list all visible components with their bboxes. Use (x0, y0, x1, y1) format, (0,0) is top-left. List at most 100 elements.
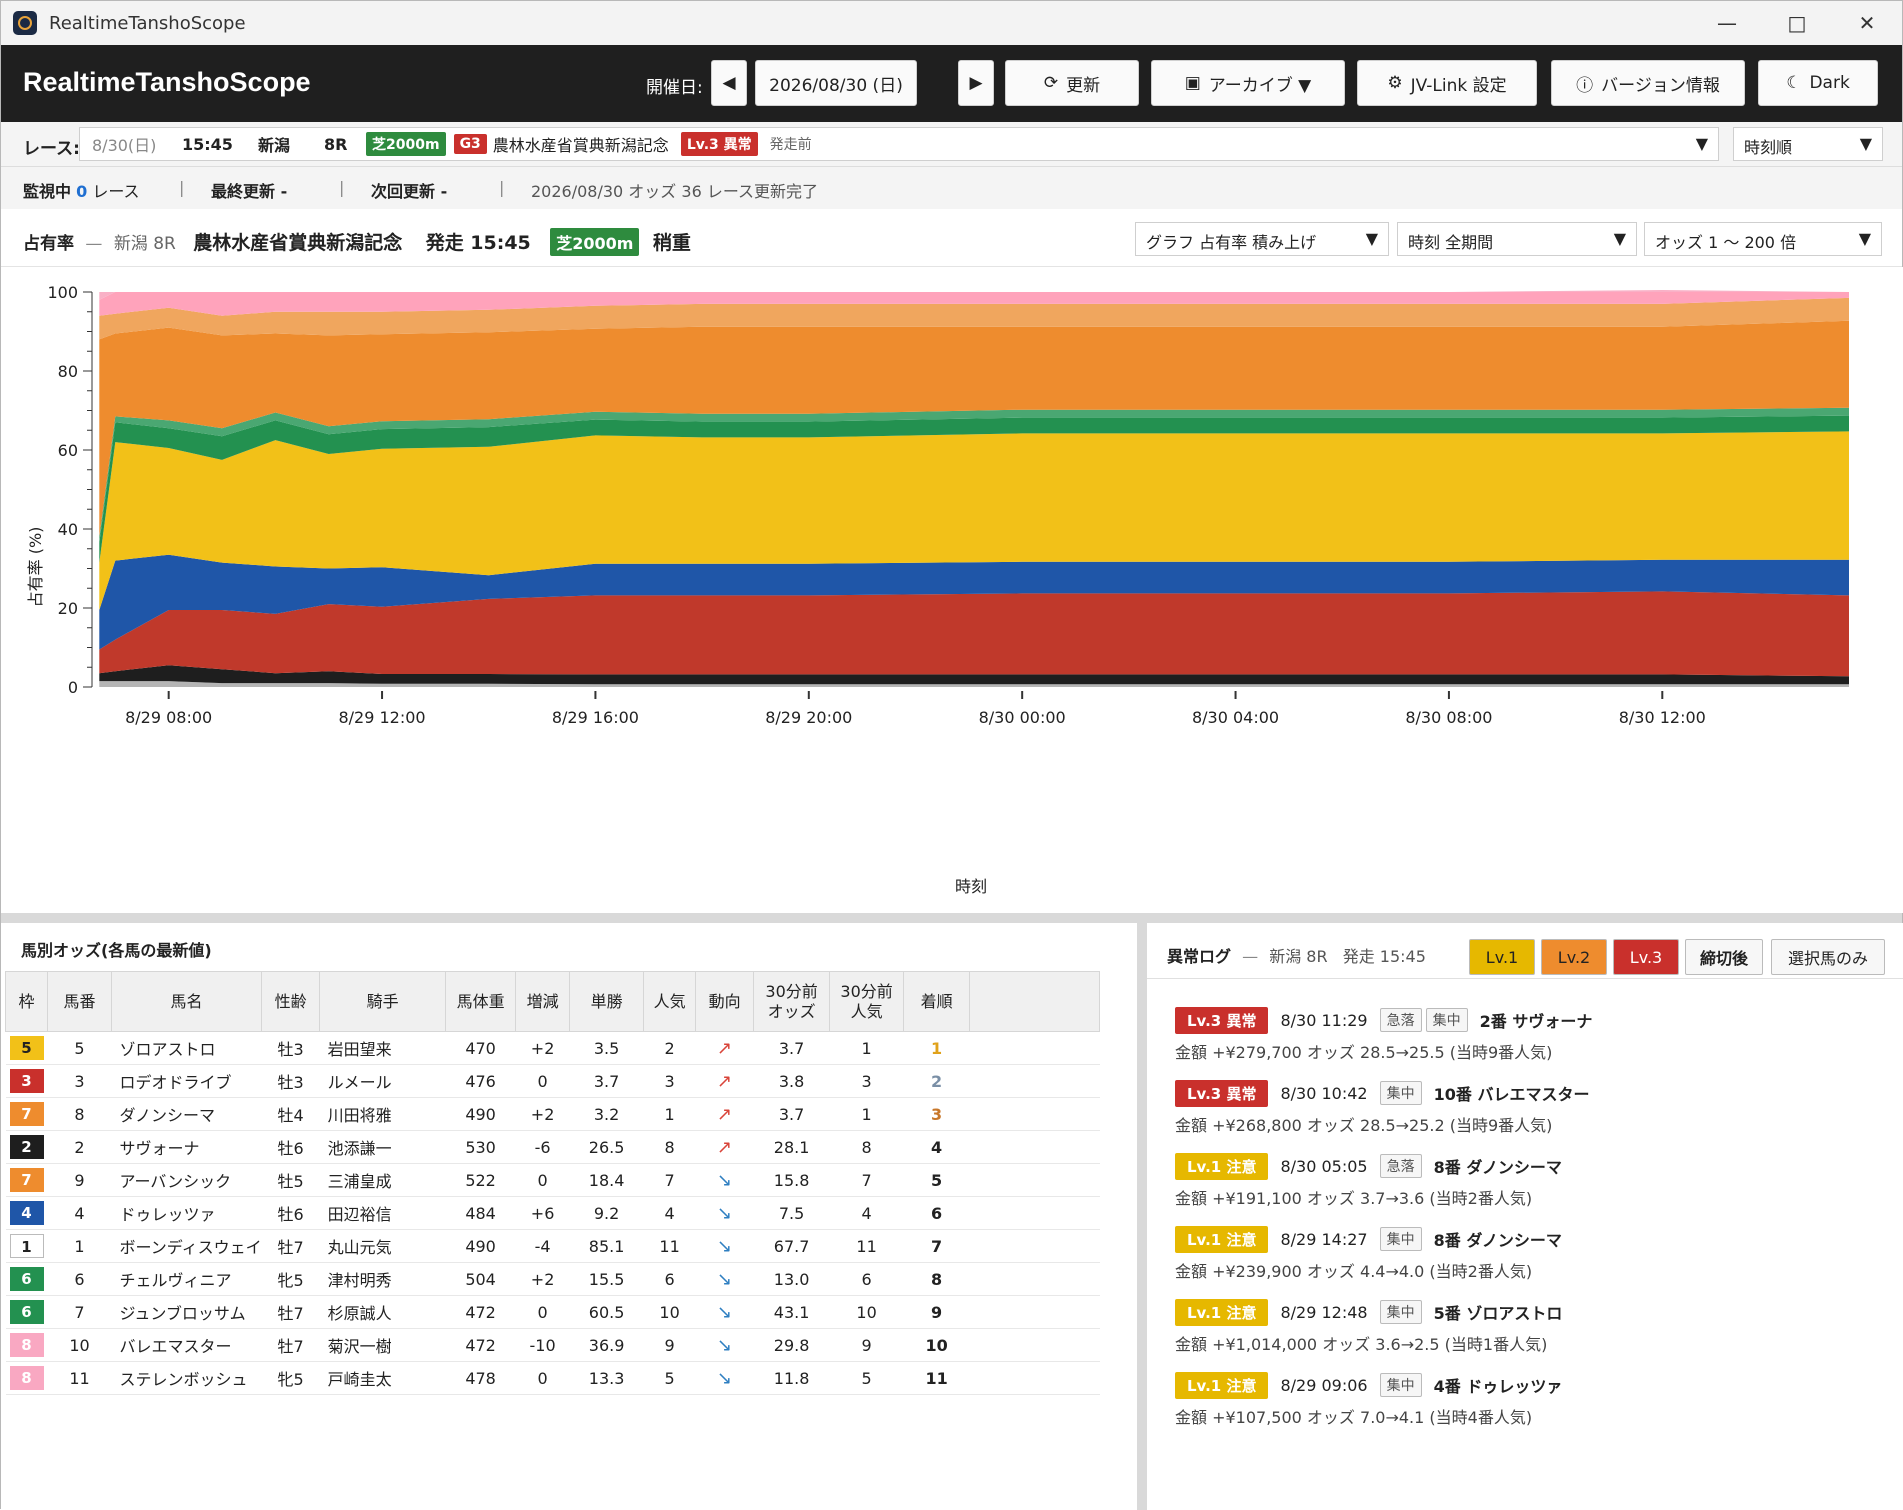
waku-cell: 2 (5, 1130, 48, 1164)
column-header[interactable]: 性齢 (261, 971, 321, 1032)
log-horse: 8番 ダノンシーマ (1433, 1231, 1562, 1250)
log-chip: 急落 (1379, 1154, 1422, 1178)
filter-lv2-button[interactable]: Lv.2 (1541, 939, 1607, 975)
odds-panel-title: 馬別オッズ(各馬の最新値) (21, 941, 212, 960)
trend-down-icon: ↘ (695, 1361, 754, 1395)
table-row[interactable]: 4 4 ドゥレッツァ 牡6 田辺裕信 484 +6 9.2 4 ↘ 7.5 4 6 (5, 1196, 1100, 1230)
table-row[interactable]: 6 7 ジュンブロッサム 牡7 杉原誠人 472 0 60.5 10 ↘ 43.1 10 9 (5, 1295, 1100, 1329)
waku-badge: 3 (9, 1069, 44, 1093)
pop30-cell: 6 (829, 1262, 904, 1296)
table-row[interactable]: 2 2 サヴォーナ 牡6 池添謙一 530 -6 26.5 8 ↗ 28.1 8 4 (5, 1130, 1100, 1164)
time-range-select[interactable]: 時刻 全期間 ▼ (1397, 222, 1637, 256)
weight-cell: 472 (445, 1328, 516, 1362)
minimize-icon[interactable]: — (1692, 1, 1762, 45)
sex-cell: 牡6 (261, 1130, 320, 1164)
jockey-cell: 戸崎圭太 (319, 1361, 446, 1395)
log-item[interactable]: Lv.3 異常 8/30 10:42 集中 10番 バレエマスター 金額 +¥268,8… (1175, 1078, 1875, 1136)
area-layer (99, 290, 1849, 687)
log-item[interactable]: Lv.1 注意 8/29 09:06 集中 4番 ドゥレッツァ 金額 +¥107,500… (1175, 1370, 1875, 1428)
column-header[interactable]: 着順 (903, 971, 971, 1032)
sex-cell: 牡3 (261, 1031, 320, 1065)
filler-cell (969, 1064, 1100, 1098)
waku-cell: 6 (5, 1262, 48, 1296)
close-icon[interactable]: ✕ (1832, 1, 1902, 45)
log-horse: 8番 ダノンシーマ (1433, 1158, 1562, 1177)
log-item[interactable]: Lv.1 注意 8/29 12:48 集中 5番 ゾロアストロ 金額 +¥1,014,0… (1175, 1297, 1875, 1355)
jockey-cell: 岩田望来 (319, 1031, 446, 1065)
race-select[interactable]: 8/30(日) 15:45 新潟 8R 芝2000m G3 農林水産省賞典新潟記… (79, 127, 1719, 161)
filler-cell (969, 1262, 1100, 1296)
weight-cell: 504 (445, 1262, 516, 1296)
rank-cell: 5 (903, 1163, 970, 1197)
log-chip: 集中 (1379, 1300, 1422, 1324)
graph-type-select[interactable]: グラフ 占有率 積み上げ ▼ (1135, 222, 1389, 256)
window-title: RealtimeTanshoScope (49, 12, 246, 34)
share-chart: 0 20 40 60 80 100 8/29 08:00 8/29 12:00 8/29 16:… (1, 267, 1903, 913)
odds-cell: 3.7 (569, 1064, 644, 1098)
table-row[interactable]: 8 11 ステレンボッシュ 牝5 戸崎圭太 478 0 13.3 5 ↘ 11.8 5 11 (5, 1361, 1100, 1395)
column-header[interactable]: 30分前 オッズ (753, 971, 831, 1032)
odds30-cell: 11.8 (753, 1361, 830, 1395)
table-row[interactable]: 1 1 ボーンディスウェイ 牡7 丸山元気 490 -4 85.1 11 ↘ 67.7 11 7 (5, 1229, 1100, 1263)
table-row[interactable]: 6 6 チェルヴィニア 牝5 津村明秀 504 +2 15.5 6 ↘ 13.0 6 8 (5, 1262, 1100, 1296)
next-date-button[interactable]: ▶ (958, 60, 994, 106)
jockey-cell: 池添謙一 (319, 1130, 446, 1164)
waku-badge: 6 (9, 1267, 44, 1291)
jockey-cell: 杉原誠人 (319, 1295, 446, 1329)
table-row[interactable]: 8 10 バレエマスター 牡7 菊沢一樹 472 -10 36.9 9 ↘ 29.8 9 10 (5, 1328, 1100, 1362)
chevron-down-icon: ▼ (1365, 229, 1378, 248)
jvlink-settings-button[interactable]: ⚙ JV-Link 設定 (1357, 60, 1537, 106)
column-header[interactable]: 増減 (515, 971, 571, 1032)
column-header[interactable]: 人気 (643, 971, 697, 1032)
odds-cell: 15.5 (569, 1262, 644, 1296)
table-row[interactable]: 5 5 ゾロアストロ 牡3 岩田望来 470 +2 3.5 2 ↗ 3.7 1 1 (5, 1031, 1100, 1065)
column-header[interactable]: 単勝 (569, 971, 645, 1032)
pop-cell: 10 (643, 1295, 696, 1329)
horizontal-splitter[interactable] (1, 913, 1902, 923)
table-row[interactable]: 7 9 アーバンシック 牡5 三浦皇成 522 0 18.4 7 ↘ 15.8 7 5 (5, 1163, 1100, 1197)
waku-cell: 4 (5, 1196, 48, 1230)
selected-only-button[interactable]: 選択馬のみ (1771, 939, 1885, 975)
alert-panel-header: 異常ログ — 新潟 8R 発走 15:45 Lv.1 Lv.2 Lv.3 締切後… (1147, 923, 1903, 979)
refresh-button[interactable]: ⟳ 更新 (1005, 60, 1139, 106)
sort-select[interactable]: 時刻順 ▼ (1733, 127, 1883, 161)
sex-cell: 牡7 (261, 1295, 320, 1329)
log-item[interactable]: Lv.1 注意 8/30 05:05 急落 8番 ダノンシーマ 金額 +¥191,100… (1175, 1151, 1875, 1209)
log-item[interactable]: Lv.1 注意 8/29 14:27 集中 8番 ダノンシーマ 金額 +¥239,900… (1175, 1224, 1875, 1282)
filter-lv3-button[interactable]: Lv.3 (1613, 939, 1679, 975)
date-field[interactable]: 2026/08/30 (日) (755, 60, 917, 106)
archive-button[interactable]: ▣ アーカイブ ▼ (1151, 60, 1345, 106)
chevron-down-icon: ▼ (1695, 134, 1708, 153)
vertical-splitter[interactable] (1137, 923, 1147, 1510)
odds-range-select[interactable]: オッズ 1 〜 200 倍 ▼ (1644, 222, 1882, 256)
sex-cell: 牡5 (261, 1163, 320, 1197)
table-row[interactable]: 3 3 ロデオドライブ 牡3 ルメール 476 0 3.7 3 ↗ 3.8 3 2 (5, 1064, 1100, 1098)
num-cell: 5 (47, 1031, 112, 1065)
log-item[interactable]: Lv.3 異常 8/30 11:29 急落 集中 2番 サヴォーナ 金額 +¥279,70… (1175, 1005, 1875, 1063)
prev-date-button[interactable]: ◀ (711, 60, 747, 106)
column-header[interactable]: 馬番 (47, 971, 112, 1032)
x-tick-label: 8/29 12:00 (338, 708, 425, 727)
column-header[interactable]: 動向 (695, 971, 755, 1032)
column-header[interactable]: 馬名 (110, 971, 263, 1032)
odds-cell: 26.5 (569, 1130, 644, 1164)
column-header[interactable]: 馬体重 (445, 971, 517, 1032)
weight-cell: 478 (445, 1361, 516, 1395)
theme-toggle-button[interactable]: ☾ Dark (1758, 60, 1878, 106)
filter-lv1-button[interactable]: Lv.1 (1469, 939, 1535, 975)
title-bar: RealtimeTanshoScope — □ ✕ (1, 1, 1902, 45)
version-info-button[interactable]: ⓘ バージョン情報 (1551, 60, 1745, 106)
watching-status: 監視中 0 レース (23, 182, 140, 201)
column-header[interactable]: 騎手 (319, 971, 447, 1032)
trend-down-icon: ↘ (695, 1328, 754, 1362)
maximize-icon[interactable]: □ (1762, 1, 1832, 45)
trend-down-icon: ↘ (695, 1196, 754, 1230)
odds-cell: 9.2 (569, 1196, 644, 1230)
filler-cell (969, 1295, 1100, 1329)
after-close-button[interactable]: 締切後 (1685, 939, 1763, 975)
sex-cell: 牝5 (261, 1361, 320, 1395)
table-row[interactable]: 7 8 ダノンシーマ 牡4 川田将雅 490 +2 3.2 1 ↗ 3.7 1 3 (5, 1097, 1100, 1131)
x-tick-label: 8/29 20:00 (765, 708, 852, 727)
column-header[interactable]: 枠 (5, 971, 48, 1032)
column-header[interactable]: 30分前 人気 (829, 971, 905, 1032)
